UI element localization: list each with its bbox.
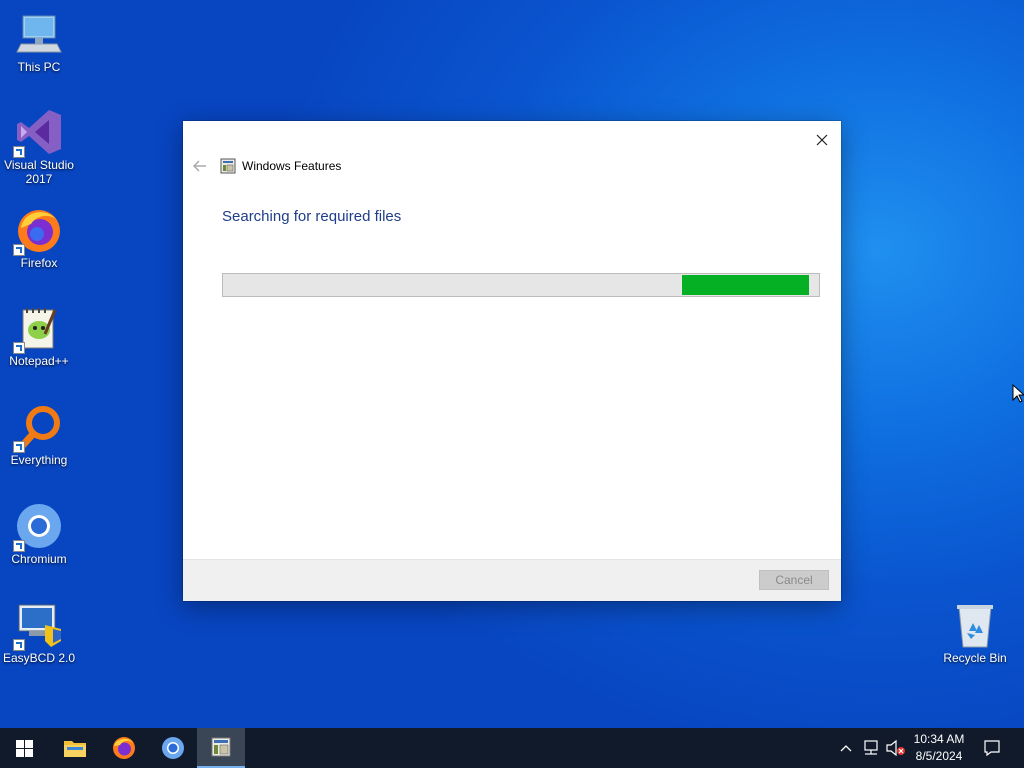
back-arrow-icon	[193, 160, 206, 172]
shortcut-arrow-icon	[13, 540, 25, 552]
desktop-icon-notepad-plus-plus[interactable]: Notepad++	[1, 304, 77, 368]
chromium-icon	[13, 502, 63, 552]
dialog-title-text: Windows Features	[242, 159, 342, 173]
desktop-icon-visual-studio[interactable]: Visual Studio 2017	[1, 108, 77, 186]
computer-icon	[15, 10, 63, 58]
clock-time: 10:34 AM	[913, 732, 965, 746]
clock-date: 8/5/2024	[915, 749, 963, 763]
desktop-icon-label: Chromium	[11, 552, 67, 566]
volume-tray-button[interactable]	[884, 728, 908, 768]
notification-icon	[984, 740, 1000, 757]
desktop-icon-label: Recycle Bin	[943, 651, 1007, 665]
taskbar-file-explorer[interactable]	[51, 728, 99, 768]
cancel-button[interactable]: Cancel	[759, 570, 829, 590]
desktop-icon-everything[interactable]: Everything	[1, 403, 77, 467]
desktop-icon-label: Visual Studio 2017	[4, 158, 74, 186]
taskbar-clock[interactable]: 10:34 AM 8/5/2024	[909, 731, 969, 765]
desktop-icon-this-pc[interactable]: This PC	[1, 10, 77, 74]
dialog-footer: Cancel	[183, 559, 841, 601]
mouse-cursor-icon	[1012, 384, 1024, 403]
shortcut-arrow-icon	[13, 244, 25, 256]
network-tray-button[interactable]	[860, 728, 882, 768]
progress-bar	[222, 273, 820, 297]
desktop-icon-recycle-bin[interactable]: Recycle Bin	[937, 601, 1013, 665]
windows-features-icon	[220, 158, 236, 174]
notepad-plus-plus-icon	[13, 304, 63, 354]
close-button[interactable]	[809, 127, 835, 153]
start-button[interactable]	[0, 728, 48, 768]
shortcut-arrow-icon	[13, 441, 25, 453]
taskbar-windows-features[interactable]	[197, 728, 245, 768]
desktop-icon-label: Notepad++	[9, 354, 69, 368]
status-heading: Searching for required files	[222, 208, 402, 225]
recycle-bin-icon	[951, 601, 999, 649]
network-icon	[864, 740, 878, 755]
taskbar-firefox[interactable]	[100, 728, 148, 768]
desktop-icon-label: EasyBCD 2.0	[2, 651, 76, 665]
start-icon	[15, 739, 33, 757]
shortcut-arrow-icon	[13, 146, 25, 158]
desktop-icon-chromium[interactable]: Chromium	[1, 502, 77, 566]
desktop-icon-firefox[interactable]: Firefox	[1, 206, 77, 270]
chevron-up-icon	[840, 745, 852, 752]
taskbar-chromium[interactable]	[149, 728, 197, 768]
windows-features-dialog: Windows Features Searching for required …	[183, 121, 841, 601]
dialog-title: Windows Features	[220, 158, 341, 174]
show-hidden-icons-button[interactable]	[837, 728, 855, 768]
action-center-button[interactable]	[978, 728, 1006, 768]
taskbar: 10:34 AM 8/5/2024	[0, 728, 1024, 768]
close-icon	[816, 134, 828, 146]
shortcut-arrow-icon	[13, 342, 25, 354]
volume-muted-icon	[886, 740, 905, 756]
easybcd-icon	[13, 601, 63, 651]
progress-bar-fill	[682, 275, 809, 295]
chromium-icon	[162, 737, 184, 759]
firefox-icon	[13, 206, 63, 256]
back-button[interactable]	[191, 157, 209, 175]
desktop-icon-label: This PC	[17, 60, 61, 74]
desktop-icon-label: Firefox	[20, 256, 58, 270]
desktop-icon-easybcd[interactable]: EasyBCD 2.0	[1, 601, 77, 665]
desktop-icon-label: Everything	[10, 453, 68, 467]
visual-studio-icon	[13, 108, 63, 158]
file-explorer-icon	[64, 741, 86, 757]
everything-search-icon	[13, 403, 63, 453]
shortcut-arrow-icon	[13, 639, 25, 651]
firefox-icon	[113, 737, 135, 759]
windows-features-icon	[211, 737, 231, 757]
